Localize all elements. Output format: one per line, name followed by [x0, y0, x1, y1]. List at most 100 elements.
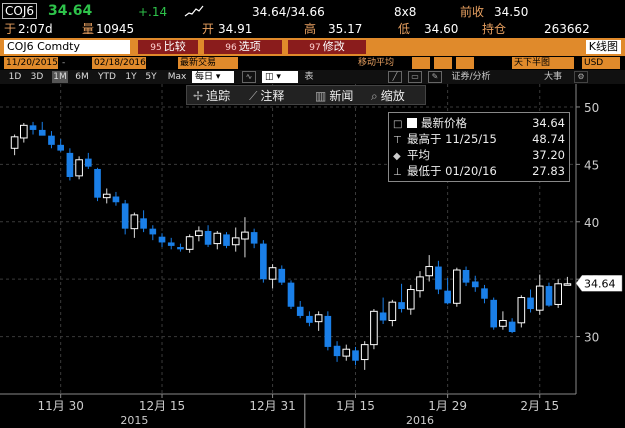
candle-body-up: [342, 348, 351, 357]
candle-body-up: [10, 136, 19, 149]
candle-body-down: [508, 321, 516, 332]
legend-high-row[interactable]: ⊤ 最高于 11/25/15 48.74: [393, 132, 567, 146]
study-toggle-2[interactable]: [434, 57, 452, 69]
table-toggle[interactable]: 表: [302, 71, 316, 83]
annotate-button[interactable]: ⟋ 注释: [249, 88, 284, 104]
draw-tool-icon[interactable]: ╱: [388, 71, 402, 83]
news-icon: ▥: [315, 89, 327, 103]
x-axis: 11月 30 12月 15 12月 31 1月 15 1月 29 2月 15 2015 201…: [37, 394, 559, 428]
candle-body-up: [388, 301, 397, 322]
session-select[interactable]: 最新交易: [178, 57, 238, 69]
view-toggle[interactable]: 大事: [540, 71, 566, 83]
range-5y[interactable]: 5Y: [144, 71, 158, 83]
candle-body-down: [167, 242, 175, 246]
range-max[interactable]: Max: [166, 71, 188, 83]
security-symbol[interactable]: COJ6: [2, 3, 37, 19]
candle-body-down: [435, 266, 442, 290]
candle-body-down: [306, 315, 313, 323]
legend-low-label: 最低于 01/20/16: [407, 164, 497, 178]
candle-body-down: [66, 152, 74, 177]
candle-body-down: [177, 247, 184, 250]
last-price-tag-text: 34.64: [584, 277, 616, 290]
news-button[interactable]: ▥ 新闻: [315, 88, 353, 104]
candle-body-down: [250, 232, 258, 244]
legend-high-label: 最高于 11/25/15: [407, 132, 497, 146]
low-value: 34.60: [424, 22, 459, 36]
sparkline-icon: [184, 5, 204, 17]
y-tick-label: 30: [584, 331, 599, 345]
legend-avg-row[interactable]: ◆ 平均 37.20: [393, 148, 567, 162]
events-toggle[interactable]: 证券/分析: [448, 71, 494, 83]
crosshair-icon: ✢: [193, 89, 204, 103]
range-1m[interactable]: 1M: [52, 71, 68, 83]
volume-value: 10945: [96, 22, 135, 36]
candle-body-down: [204, 230, 212, 245]
pen-icon: ⟋: [249, 89, 258, 103]
candle-body-up: [231, 237, 240, 246]
start-date-field[interactable]: 11/20/2015: [4, 57, 58, 69]
candle-body-up: [416, 276, 424, 292]
chart-type-selector[interactable]: K线图: [585, 40, 621, 54]
candle-body-down: [527, 297, 534, 310]
options-button[interactable]: 96 选项: [204, 40, 282, 54]
annotate-label: 注释: [260, 89, 285, 103]
candle-body-up: [130, 214, 139, 230]
candle-body-up: [268, 267, 277, 280]
range-1d[interactable]: 1D: [8, 71, 22, 83]
candle-body-down: [324, 315, 332, 347]
range-6m[interactable]: 6M: [74, 71, 90, 83]
track-button[interactable]: ✢ 追踪: [193, 88, 230, 104]
currency-select[interactable]: USD: [582, 57, 620, 69]
compare-select[interactable]: ◫ ▾: [262, 71, 298, 83]
candle-body-down: [149, 228, 157, 235]
candle-body-up: [213, 232, 222, 245]
legend-last-row[interactable]: □ 最新价格 34.64: [393, 116, 567, 130]
low-marker-icon: ⊥: [393, 167, 402, 178]
x-tick-label: 1月 29: [428, 399, 467, 413]
studies-label[interactable]: 移动平均: [358, 57, 394, 69]
chart-toolbar: ✢ 追踪 ⟋ 注释 ▥ 新闻 ⌕ 缩放: [186, 85, 426, 105]
candle-body-up: [499, 320, 507, 327]
candle-body-up: [75, 159, 83, 177]
candle-body-down: [260, 243, 267, 280]
legend-collapse-icon[interactable]: □: [393, 118, 407, 132]
candle-body-up: [20, 124, 28, 139]
open-interest-value: 263662: [544, 22, 590, 36]
frequency-select[interactable]: 每日 ▾: [192, 71, 234, 83]
average-marker-icon: ◆: [393, 151, 401, 162]
candle-body-up: [453, 269, 461, 304]
track-label: 追踪: [206, 89, 231, 103]
candle-body-down: [379, 312, 387, 321]
compare-button[interactable]: 95 比较: [138, 40, 198, 54]
chart-settings-icon[interactable]: ⚙: [574, 71, 588, 83]
candle-body-down: [545, 286, 553, 306]
ticker-input[interactable]: COJ6 Comdty: [4, 40, 130, 54]
candle-body-down: [352, 350, 359, 361]
range-1y[interactable]: 1Y: [124, 71, 138, 83]
period-select[interactable]: 天下半图: [512, 57, 574, 69]
range-3d[interactable]: 3D: [30, 71, 44, 83]
modify-button[interactable]: 97 修改: [288, 40, 366, 54]
range-ytd[interactable]: YTD: [96, 71, 118, 83]
line-chart-icon[interactable]: ∿: [242, 71, 256, 83]
study-toggle-1[interactable]: [412, 57, 430, 69]
zoom-button[interactable]: ⌕ 缩放: [371, 88, 405, 104]
candle-body-down: [94, 168, 101, 198]
candle-body-up: [185, 236, 194, 250]
prev-close-value: 34.50: [494, 5, 529, 19]
candle-body-up: [195, 230, 203, 237]
candle-body-down: [481, 288, 488, 299]
end-date-field[interactable]: 02/18/2016: [92, 57, 146, 69]
text-tool-icon[interactable]: ✎: [428, 71, 442, 83]
high-marker-icon: ⊤: [393, 135, 402, 146]
shape-tool-icon[interactable]: ▭: [408, 71, 422, 83]
options-button-number: 96: [225, 43, 237, 53]
study-toggle-3[interactable]: [456, 57, 474, 69]
y-tick-label: 40: [584, 216, 599, 230]
legend-low-row[interactable]: ⊥ 最低于 01/20/16 27.83: [393, 164, 567, 178]
candle-body-down: [278, 268, 286, 283]
x-year-label: 2016: [406, 414, 434, 427]
open-interest-label: 持仓: [482, 22, 507, 36]
x-tick-label: 12月 31: [249, 399, 295, 413]
candle-body-down: [48, 135, 55, 145]
